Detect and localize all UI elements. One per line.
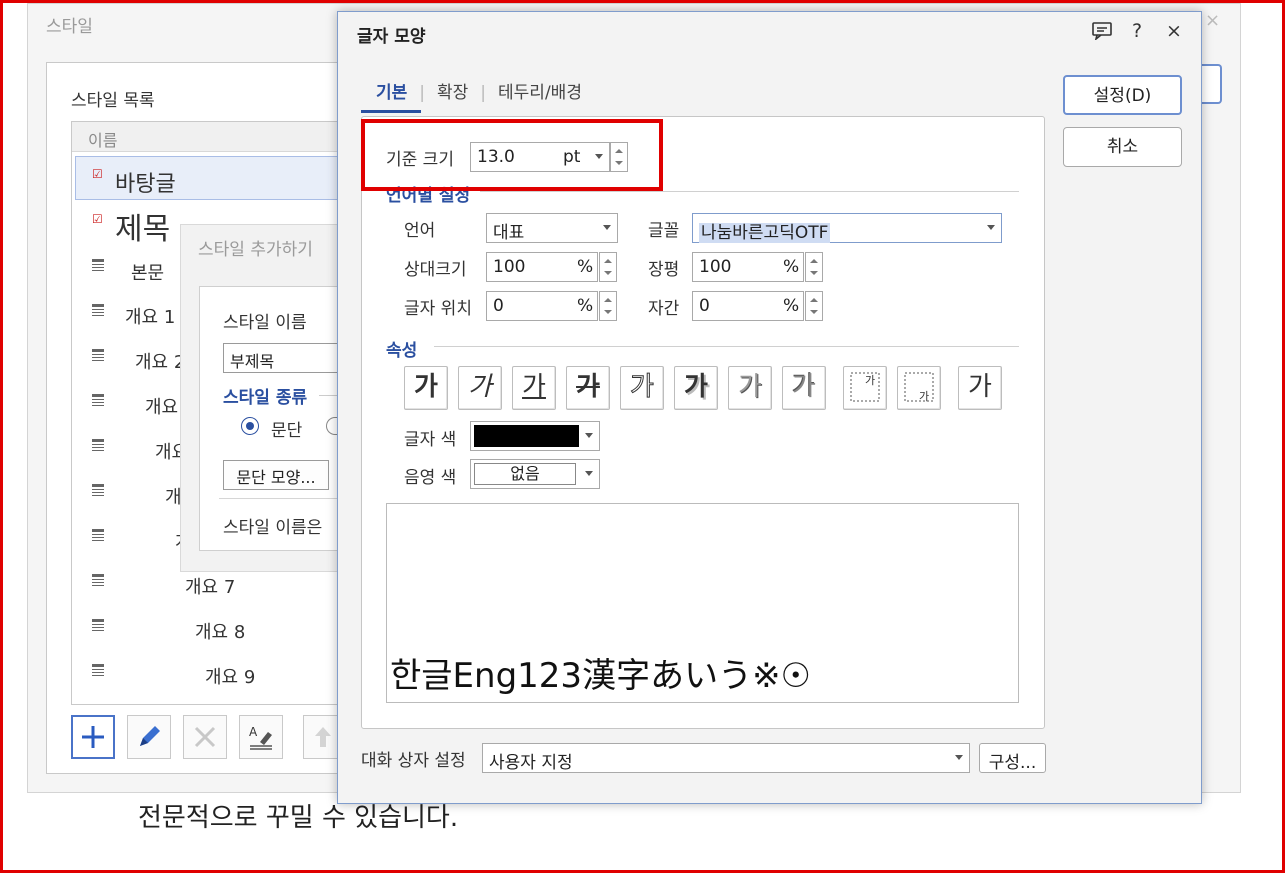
screenshot-frame	[0, 0, 1285, 873]
